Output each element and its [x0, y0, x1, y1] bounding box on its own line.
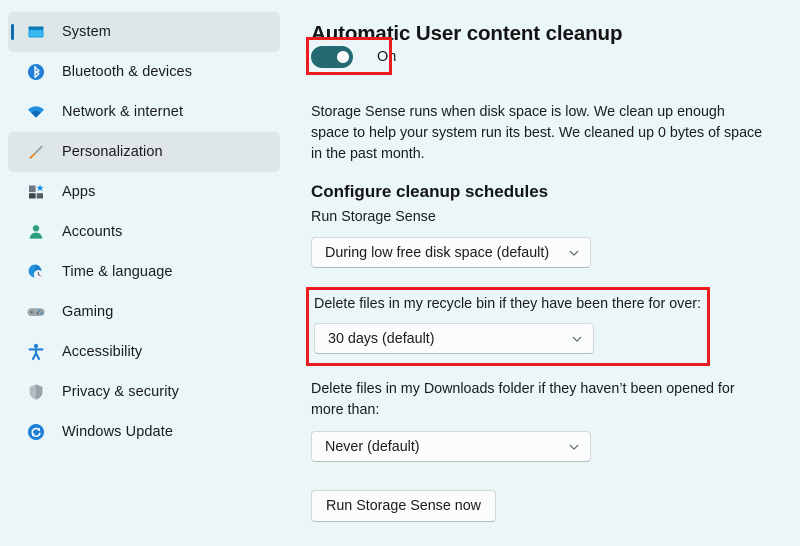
sidebar-item-label: Apps: [62, 184, 96, 200]
monitor-icon: [26, 22, 46, 42]
sidebar-item-time-language[interactable]: Time & language: [8, 252, 280, 292]
dropdown-value: Never (default): [325, 438, 420, 455]
sidebar-item-label: Personalization: [62, 144, 163, 160]
sidebar-item-label: Windows Update: [62, 424, 174, 440]
downloads-group: Delete files in my Downloads folder if t…: [311, 379, 736, 462]
page-title: Automatic User content cleanup: [311, 21, 623, 45]
wifi-icon: [26, 102, 46, 122]
toggle-state-label: On: [377, 49, 397, 65]
section-title-cleanup-schedules: Configure cleanup schedules: [311, 182, 549, 202]
sidebar-item-gaming[interactable]: Gaming: [8, 292, 280, 332]
recycle-bin-dropdown[interactable]: 30 days (default): [314, 323, 594, 354]
bluetooth-icon: [26, 62, 46, 82]
sidebar-item-accessibility[interactable]: Accessibility: [8, 332, 280, 372]
person-icon: [26, 222, 46, 242]
chevron-down-icon: [571, 333, 583, 345]
chevron-down-icon: [568, 247, 580, 259]
accessibility-icon: [26, 342, 46, 362]
selection-accent-bar: [11, 24, 14, 40]
toggle-knob: [337, 51, 349, 63]
storage-sense-toggle-row: On: [311, 46, 396, 68]
sidebar-item-privacy-security[interactable]: Privacy & security: [8, 372, 280, 412]
sidebar-item-label: Privacy & security: [62, 384, 180, 400]
clock-globe-icon: [26, 262, 46, 282]
sidebar-item-system[interactable]: System: [8, 12, 280, 52]
update-refresh-icon: [26, 422, 46, 442]
sidebar-item-label: System: [62, 24, 111, 40]
settings-sidebar: System Bluetooth & devices Network & int…: [0, 0, 300, 546]
sidebar-item-personalization[interactable]: Personalization: [8, 132, 280, 172]
run-storage-sense-group: Run Storage Sense During low free disk s…: [311, 207, 591, 268]
chevron-down-icon: [568, 441, 580, 453]
dropdown-value: 30 days (default): [328, 330, 435, 347]
settings-content-pane: Automatic User content cleanup On Storag…: [300, 0, 800, 546]
sidebar-item-windows-update[interactable]: Windows Update: [8, 412, 280, 452]
downloads-dropdown[interactable]: Never (default): [311, 431, 591, 462]
shield-icon: [26, 382, 46, 402]
sidebar-item-apps[interactable]: Apps: [8, 172, 280, 212]
sidebar-item-label: Accounts: [62, 224, 123, 240]
settings-window: System Bluetooth & devices Network & int…: [0, 0, 800, 546]
recycle-bin-group-highlighted: Delete files in my recycle bin if they h…: [306, 287, 710, 366]
sidebar-item-label: Bluetooth & devices: [62, 64, 193, 80]
sidebar-item-label: Accessibility: [62, 344, 143, 360]
sidebar-item-label: Network & internet: [62, 104, 184, 120]
dropdown-value: During low free disk space (default): [325, 244, 550, 261]
run-storage-sense-label: Run Storage Sense: [311, 209, 436, 225]
gamepad-icon: [26, 302, 46, 322]
sidebar-item-label: Time & language: [62, 264, 173, 280]
sidebar-item-network-internet[interactable]: Network & internet: [8, 92, 280, 132]
storage-sense-description: Storage Sense runs when disk space is lo…: [311, 104, 763, 163]
apps-grid-icon: [26, 182, 46, 202]
paintbrush-icon: [26, 142, 46, 162]
run-storage-sense-now-button[interactable]: Run Storage Sense now: [311, 490, 496, 522]
sidebar-item-label: Gaming: [62, 304, 114, 320]
run-storage-sense-dropdown[interactable]: During low free disk space (default): [311, 237, 591, 268]
downloads-label: Delete files in my Downloads folder if t…: [311, 381, 735, 418]
recycle-bin-label: Delete files in my recycle bin if they h…: [314, 296, 702, 312]
sidebar-item-accounts[interactable]: Accounts: [8, 212, 280, 252]
storage-sense-toggle[interactable]: [311, 46, 353, 68]
sidebar-item-bluetooth-devices[interactable]: Bluetooth & devices: [8, 52, 280, 92]
